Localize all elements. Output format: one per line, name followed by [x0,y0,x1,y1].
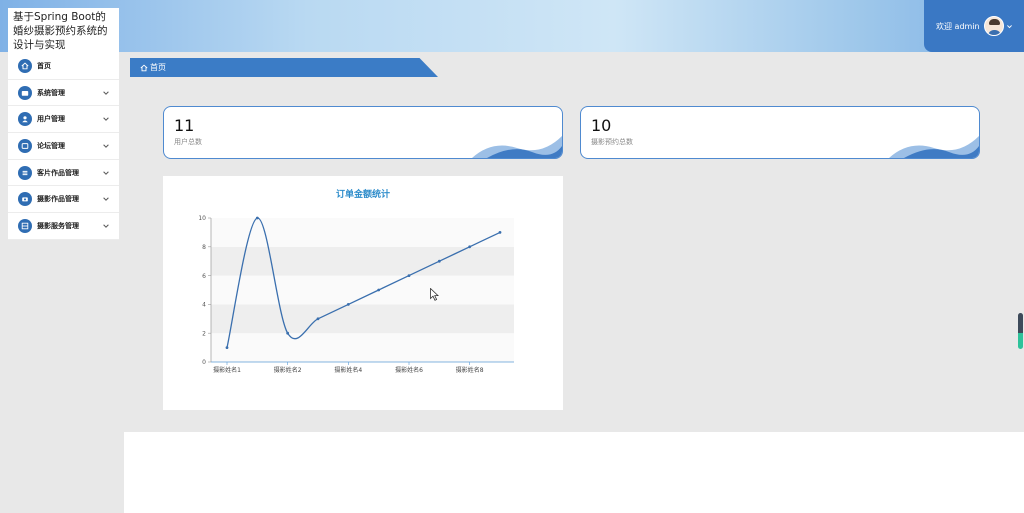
sidebar-item-photo-works[interactable]: 摄影作品管理 [8,186,119,214]
wave-decoration [472,136,562,158]
sidebar: 基于Spring Boot的婚纱摄影预约系统的设计与实现 首页 系统管理 用户管… [8,8,119,240]
home-icon [140,64,148,71]
grid-band [211,333,514,362]
top-header [0,0,1024,52]
sidebar-item-label: 论坛管理 [37,141,65,150]
stat-card-bookings: 10 摄影预约总数 [580,106,980,159]
user-icon [18,112,32,127]
folder-icon [18,85,32,100]
y-tick-label: 6 [202,273,206,280]
x-tick-label: 摄影姓名6 [395,366,423,374]
stat-value: 10 [591,116,612,135]
data-point [407,274,411,277]
stat-value: 11 [174,116,195,135]
data-point [225,346,229,349]
data-point [316,317,320,321]
order-amount-chart: 订单金额统计 0 2 4 6 8 10 摄影姓名1 摄影姓名2 摄影姓名4 摄影姓名6 摄影姓名8 [163,176,563,410]
grid-band [211,218,514,247]
sidebar-item-label: 客片作品管理 [37,168,79,177]
breadcrumb[interactable]: 首页 [130,58,438,77]
stat-label: 摄影预约总数 [591,138,633,146]
data-point [346,303,350,306]
content-footer [124,432,1024,513]
x-tick-label: 摄影姓名2 [274,366,302,374]
grid-band [211,275,514,305]
sidebar-item-label: 首页 [37,61,51,70]
sidebar-item-users[interactable]: 用户管理 [8,106,119,134]
data-point [286,331,290,335]
y-tick-label: 8 [202,244,206,251]
data-point [468,245,472,249]
chevron-down-icon[interactable] [102,142,110,150]
x-tick-label: 摄影姓名1 [213,366,241,374]
chevron-down-icon[interactable] [102,115,110,123]
y-tick-label: 10 [198,215,206,222]
stat-label: 用户总数 [174,138,202,146]
chevron-down-icon[interactable] [1006,23,1013,30]
wave-decoration [889,136,979,158]
home-icon [18,58,32,73]
scrollbar-thumb[interactable] [1018,313,1023,349]
sidebar-item-label: 系统管理 [37,88,65,97]
chevron-down-icon[interactable] [102,195,110,203]
x-tick-label: 摄影姓名8 [456,366,484,374]
list-icon [18,165,32,180]
chart-title: 订单金额统计 [336,188,390,200]
avatar[interactable] [983,16,1004,36]
sidebar-item-label: 摄影服务管理 [37,221,79,230]
breadcrumb-label: 首页 [150,63,166,72]
grid-band [211,246,514,276]
welcome-text: 欢迎 admin [936,21,980,31]
grid-band [211,304,514,334]
mouse-cursor-icon [430,288,439,301]
x-tick-label: 摄影姓名4 [334,366,362,374]
forum-icon [18,138,32,153]
app-title: 基于Spring Boot的婚纱摄影预约系统的设计与实现 [13,11,108,51]
camera-icon [18,192,32,207]
data-point [437,259,441,263]
chevron-down-icon[interactable] [102,169,110,177]
y-tick-label: 0 [202,359,206,366]
line-chart: 订单金额统计 0 2 4 6 8 10 摄影姓名1 摄影姓名2 摄影姓名4 摄影姓名6 摄影姓名8 [198,188,514,374]
sidebar-item-system[interactable]: 系统管理 [8,80,119,107]
sidebar-item-label: 摄影作品管理 [37,195,79,204]
stat-card-users: 11 用户总数 [163,106,563,159]
data-point [377,288,381,292]
y-tick-label: 2 [202,330,206,337]
user-menu[interactable]: 欢迎 admin [924,0,1024,52]
data-point [255,216,259,220]
sidebar-item-photo-services[interactable]: 摄影服务管理 [8,213,119,240]
sidebar-item-label: 用户管理 [37,115,65,124]
data-point [498,231,502,234]
chevron-down-icon[interactable] [102,222,110,230]
sidebar-item-forum[interactable]: 论坛管理 [8,133,119,160]
sidebar-item-client-works[interactable]: 客片作品管理 [8,160,119,187]
y-tick-label: 4 [202,302,206,309]
chevron-down-icon[interactable] [102,89,110,97]
sidebar-item-home[interactable]: 首页 [8,53,119,80]
grid-icon [18,218,32,233]
